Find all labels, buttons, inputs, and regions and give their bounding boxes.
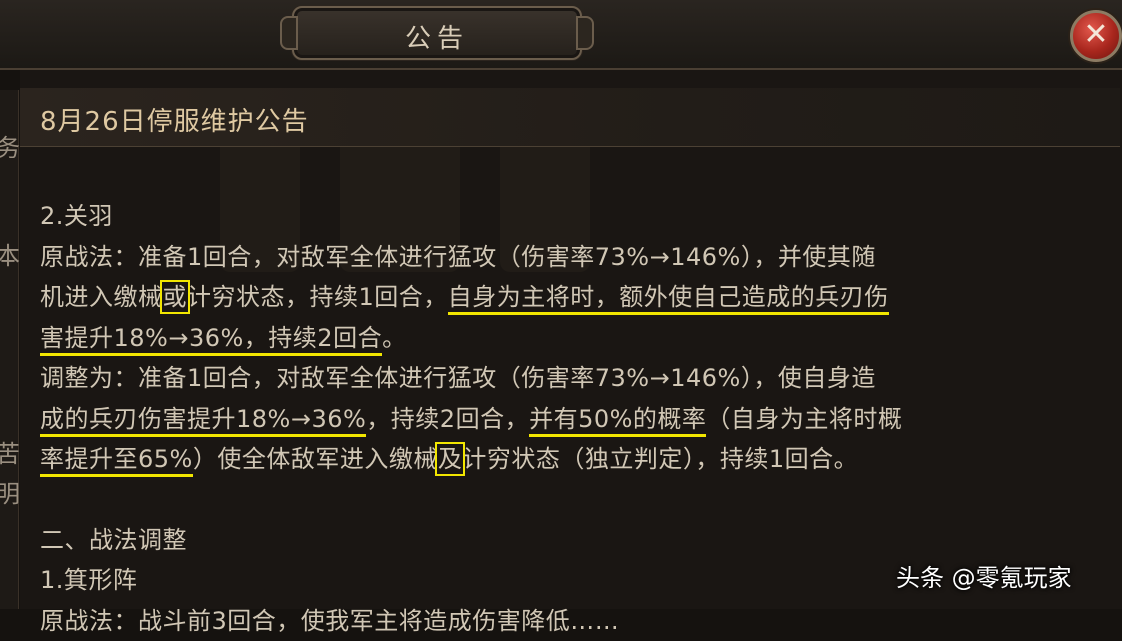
close-icon[interactable]: ✕ bbox=[1083, 17, 1108, 52]
text: 计穷状态，持续1回合， bbox=[187, 283, 448, 311]
original-line-2: 机进入缴械或计穷状态，持续1回合，自身为主将时，额外使自己造成的兵刃伤 bbox=[40, 277, 1100, 318]
top-bar: 公告 ✕ bbox=[0, 0, 1122, 70]
text: 原战法：准备1回合，对敌军全体进行猛攻（伤害率73%→146%），并使其随 bbox=[40, 243, 876, 271]
source-watermark: 头条 @零氪玩家 bbox=[896, 558, 1072, 593]
text: 机进入缴械 bbox=[40, 283, 163, 311]
window-title: 公告 bbox=[294, 18, 580, 55]
text: 计穷状态（独立判定），持续1回合。 bbox=[462, 445, 858, 473]
boxed-char: 及 bbox=[438, 445, 463, 473]
original-line-1: 原战法：准备1回合，对敌军全体进行猛攻（伤害率73%→146%），并使其随 bbox=[40, 237, 1100, 278]
text: 。 bbox=[382, 324, 407, 352]
text: ，持续2回合， bbox=[366, 405, 529, 433]
text: ）使全体敌军进入缴械 bbox=[193, 445, 438, 473]
adjusted-line-3: 率提升至65%）使全体敌军进入缴械及计穷状态（独立判定），持续1回合。 bbox=[40, 439, 1100, 480]
title-plate: 公告 bbox=[292, 6, 582, 60]
sidebar-tab-glyph[interactable]: 苦 bbox=[0, 434, 20, 469]
section-title: 二、战法调整 bbox=[40, 520, 1100, 561]
text: （自身为主将时概 bbox=[706, 405, 902, 433]
underlined-text: 并有50%的概率 bbox=[529, 405, 706, 437]
notice-heading: 8月26日停服维护公告 bbox=[40, 101, 309, 138]
sidebar-tab-glyph[interactable]: 务 bbox=[0, 128, 20, 163]
boxed-char: 或 bbox=[163, 283, 188, 311]
cut-off-line: 原战法：战斗前3回合，使我军主将造成伤害降低…… bbox=[40, 601, 1100, 641]
text: 调整为：准备1回合，对敌军全体进行猛攻（伤害率73%→146%），使自身造 bbox=[40, 364, 876, 392]
underlined-text: 成的兵刃伤害提升18%→36% bbox=[40, 405, 366, 437]
adjusted-line-1: 调整为：准备1回合，对敌军全体进行猛攻（伤害率73%→146%），使自身造 bbox=[40, 358, 1100, 399]
notice-header[interactable]: 8月26日停服维护公告 bbox=[20, 88, 1120, 147]
sidebar-tab-glyph[interactable]: 本 bbox=[0, 236, 20, 271]
close-button[interactable]: ✕ bbox=[1070, 10, 1122, 62]
underlined-text: 率提升至65% bbox=[40, 445, 193, 477]
spacer bbox=[40, 480, 1100, 520]
section-title: 2.关羽 bbox=[40, 196, 1100, 237]
adjusted-line-2: 成的兵刃伤害提升18%→36%，持续2回合，并有50%的概率（自身为主将时概 bbox=[40, 399, 1100, 440]
original-line-3: 害提升18%→36%，持续2回合。 bbox=[40, 318, 1100, 359]
underlined-text: 自身为主将时，额外使自己造成的兵刃伤 bbox=[448, 283, 889, 315]
left-sidebar-strip[interactable]: 务 本 苦 明 bbox=[0, 90, 19, 609]
sidebar-tab-glyph[interactable]: 明 bbox=[0, 474, 20, 509]
underlined-text: 害提升18%→36%，持续2回合 bbox=[40, 324, 382, 356]
